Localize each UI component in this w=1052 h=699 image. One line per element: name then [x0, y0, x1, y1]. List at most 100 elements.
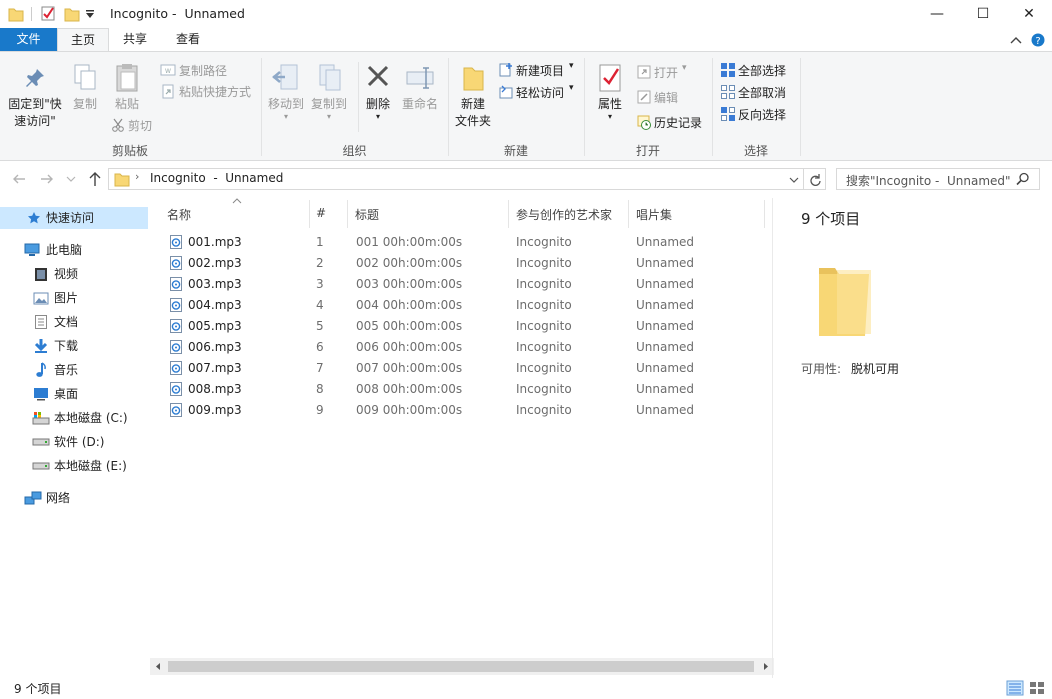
search-icon[interactable]	[1016, 172, 1030, 186]
search-input[interactable]: 搜索"Incognito - Unnamed"	[846, 172, 1011, 189]
move-to-button[interactable]: 移动到 ▾	[266, 62, 306, 121]
drive-icon	[32, 437, 50, 447]
copy-path-button[interactable]: W 复制路径	[160, 61, 256, 79]
minimize-button[interactable]: —	[914, 0, 960, 28]
nav-label-network: 网络	[46, 487, 70, 509]
paste-shortcut-button[interactable]: 粘贴快捷方式	[160, 82, 260, 100]
tab-share[interactable]: 共享	[110, 28, 160, 51]
file-row[interactable]: 006.mp36006 00h:00m:00sIncognitoUnnamed	[148, 337, 768, 358]
copy-button[interactable]: 复制	[68, 62, 102, 113]
file-album: Unnamed	[636, 232, 694, 253]
tab-view[interactable]: 查看	[163, 28, 213, 51]
close-button[interactable]: ✕	[1006, 0, 1052, 28]
back-arrow-icon[interactable]	[12, 172, 26, 186]
file-row[interactable]: 002.mp32002 00h:00m:00sIncognitoUnnamed	[148, 253, 768, 274]
column-header-number[interactable]: #	[316, 206, 326, 220]
file-artist: Incognito	[516, 253, 572, 274]
tab-file[interactable]: 文件	[0, 28, 57, 51]
address-dropdown-icon[interactable]	[789, 176, 799, 184]
file-row[interactable]: 004.mp34004 00h:00m:00sIncognitoUnnamed	[148, 295, 768, 316]
column-divider[interactable]	[347, 200, 348, 228]
nav-item-music[interactable]: 音乐	[0, 359, 148, 381]
column-divider[interactable]	[309, 200, 310, 228]
nav-item-local-disk-e[interactable]: 本地磁盘 (E:)	[0, 455, 148, 477]
new-folder-icon[interactable]	[64, 6, 80, 22]
refresh-button[interactable]	[804, 168, 826, 190]
nav-item-this-pc[interactable]: 此电脑	[0, 239, 148, 261]
nav-item-network[interactable]: 网络	[0, 487, 148, 509]
nav-item-quick-access[interactable]: 快速访问	[0, 207, 148, 229]
file-album: Unnamed	[636, 379, 694, 400]
customize-qat-icon[interactable]	[85, 9, 95, 19]
column-header-name[interactable]: 名称	[167, 206, 191, 223]
file-track-number: 9	[316, 400, 324, 421]
file-row[interactable]: 001.mp31001 00h:00m:00sIncognitoUnnamed	[148, 232, 768, 253]
organize-group-label: 组织	[262, 142, 447, 159]
window-title: Incognito - Unnamed	[110, 6, 245, 21]
file-row[interactable]: 007.mp37007 00h:00m:00sIncognitoUnnamed	[148, 358, 768, 379]
file-row[interactable]: 003.mp33003 00h:00m:00sIncognitoUnnamed	[148, 274, 768, 295]
nav-item-local-disk-c[interactable]: 本地磁盘 (C:)	[0, 407, 148, 429]
new-group: 新建 文件夹 新建项目 ▾ 轻松访问 ▾ 新建	[449, 52, 583, 160]
nav-item-videos[interactable]: 视频	[0, 263, 148, 285]
file-row[interactable]: 008.mp38008 00h:00m:00sIncognitoUnnamed	[148, 379, 768, 400]
file-row[interactable]: 009.mp39009 00h:00m:00sIncognitoUnnamed	[148, 400, 768, 421]
recent-locations-icon[interactable]	[66, 175, 76, 183]
expand-ribbon-icon[interactable]	[1010, 35, 1022, 45]
forward-arrow-icon[interactable]	[40, 172, 54, 186]
file-artist: Incognito	[516, 274, 572, 295]
scroll-right-icon[interactable]	[762, 662, 770, 671]
easy-access-button[interactable]: 轻松访问 ▾	[497, 83, 581, 101]
delete-x-icon	[364, 62, 392, 94]
select-all-button[interactable]: 全部选择	[719, 61, 799, 79]
column-divider[interactable]	[764, 200, 765, 228]
new-item-button[interactable]: 新建项目 ▾	[497, 61, 581, 79]
file-artist: Incognito	[516, 379, 572, 400]
file-artist: Incognito	[516, 358, 572, 379]
cut-button[interactable]: 剪切	[110, 116, 160, 134]
breadcrumb-path[interactable]: Incognito - Unnamed	[150, 171, 283, 185]
delete-button[interactable]: 删除 ▾	[362, 62, 394, 121]
nav-item-documents[interactable]: 文档	[0, 311, 148, 333]
paste-button[interactable]: 粘贴	[108, 62, 146, 113]
invert-selection-button[interactable]: 反向选择	[719, 105, 799, 123]
scrollbar-thumb[interactable]	[168, 661, 754, 672]
column-header-artist[interactable]: 参与创作的艺术家	[516, 206, 612, 223]
move-to-label: 移动到	[266, 96, 306, 113]
large-icons-view-icon[interactable]	[1028, 680, 1046, 696]
nav-item-desktop[interactable]: 桌面	[0, 383, 148, 405]
details-view-icon[interactable]	[1006, 680, 1024, 696]
open-button[interactable]: 打开 ▾	[635, 63, 705, 81]
horizontal-scrollbar[interactable]	[150, 658, 774, 675]
svg-text:?: ?	[1035, 36, 1040, 47]
tab-home[interactable]: 主页	[57, 28, 109, 52]
file-track-number: 7	[316, 358, 324, 379]
select-none-button[interactable]: 全部取消	[719, 83, 799, 101]
up-arrow-icon[interactable]	[88, 171, 102, 187]
file-album: Unnamed	[636, 295, 694, 316]
column-header-title[interactable]: 标题	[355, 206, 379, 223]
properties-icon[interactable]	[40, 5, 56, 22]
maximize-button[interactable]: ☐	[960, 0, 1006, 28]
properties-button[interactable]: 属性 ▾	[591, 62, 629, 121]
help-icon[interactable]: ?	[1031, 33, 1045, 47]
edit-button[interactable]: 编辑	[635, 88, 705, 106]
nav-item-pictures[interactable]: 图片	[0, 287, 148, 309]
column-header-row: 名称 # 标题 参与创作的艺术家 唱片集	[148, 198, 768, 230]
pin-to-quick-access-button[interactable]: 固定到"快 速访问"	[4, 66, 66, 130]
column-divider[interactable]	[628, 200, 629, 228]
new-folder-button[interactable]: 新建 文件夹	[453, 62, 493, 130]
column-divider[interactable]	[508, 200, 509, 228]
scroll-left-icon[interactable]	[154, 662, 162, 671]
column-header-album[interactable]: 唱片集	[636, 206, 672, 223]
audio-file-icon	[169, 297, 183, 313]
paste-icon	[113, 62, 141, 94]
copy-to-button[interactable]: 复制到 ▾	[308, 62, 350, 121]
history-button[interactable]: 历史记录	[635, 113, 709, 131]
rename-button[interactable]: 重命名	[398, 62, 442, 113]
select-group: 全部选择 全部取消 反向选择 选择	[713, 52, 799, 160]
file-row[interactable]: 005.mp35005 00h:00m:00sIncognitoUnnamed	[148, 316, 768, 337]
nav-item-software-d[interactable]: 软件 (D:)	[0, 431, 148, 453]
nav-item-downloads[interactable]: 下载	[0, 335, 148, 357]
svg-text:W: W	[165, 68, 171, 75]
